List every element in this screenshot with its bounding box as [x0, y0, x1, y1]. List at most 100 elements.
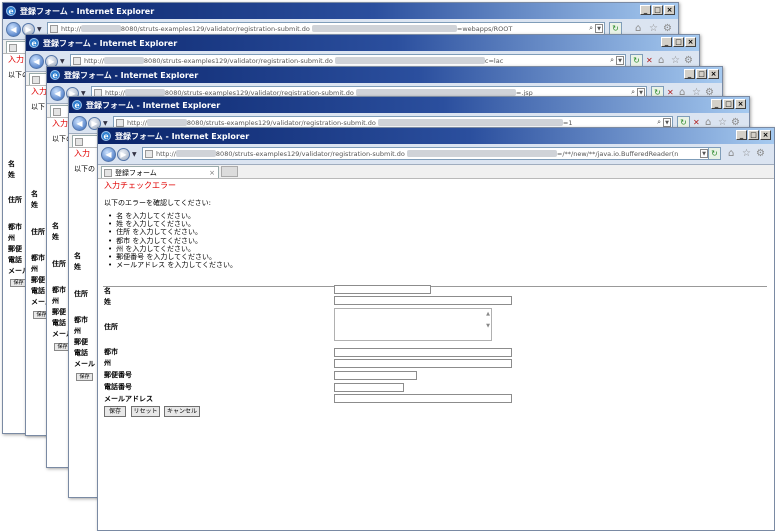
peek-label: 都市 — [74, 316, 88, 324]
redacted-query — [377, 119, 563, 126]
email-label: メールアドレス — [104, 395, 153, 403]
tab-label: 登録フォーム — [115, 168, 157, 177]
refresh-icon[interactable]: ↻ — [708, 147, 721, 160]
address-dropdown-icon[interactable]: ▼ — [663, 118, 671, 127]
gear-icon[interactable]: ⚙ — [663, 23, 672, 34]
maximize-icon[interactable]: □ — [652, 5, 663, 15]
home-icon[interactable]: ⌂ — [728, 148, 734, 159]
peek-label: 郵便 — [31, 276, 45, 284]
close-icon[interactable]: × — [664, 5, 675, 15]
email-field[interactable] — [334, 394, 512, 403]
new-tab-button[interactable] — [221, 166, 238, 177]
peek-label: 州 — [74, 327, 81, 335]
ie-logo-icon: e — [101, 131, 111, 141]
list-item: 郵便番号 を入力してください。 — [108, 253, 237, 261]
close-icon[interactable]: × — [708, 69, 719, 79]
history-dropdown-icon[interactable]: ▼ — [60, 58, 65, 65]
peek-label: 姓 — [74, 263, 81, 271]
address-dropdown-icon[interactable]: ▼ — [616, 56, 624, 65]
maximize-icon[interactable]: □ — [723, 99, 734, 109]
title-bar: e 登録フォーム - Internet Explorer _ □ × — [47, 67, 722, 83]
zip-field[interactable] — [334, 371, 417, 380]
history-dropdown-icon[interactable]: ▼ — [132, 151, 137, 158]
peek-button: 保存 — [76, 373, 93, 381]
error-intro: 以下のエラーを確認してください: — [104, 199, 211, 207]
home-icon[interactable]: ⌂ — [658, 55, 664, 66]
minimize-icon[interactable]: _ — [640, 5, 651, 15]
tab-page-icon — [75, 137, 83, 146]
cancel-button[interactable]: キャンセル — [164, 406, 200, 417]
first-name-label: 名 — [104, 287, 111, 295]
peek-label: 姓 — [31, 201, 38, 209]
state-field[interactable] — [334, 359, 512, 368]
favorites-icon[interactable]: ☆ — [742, 148, 751, 159]
title-bar: e 登録フォーム - Internet Explorer _ □ × — [3, 3, 678, 19]
minimize-icon[interactable]: _ — [684, 69, 695, 79]
tab-page-icon — [32, 75, 40, 84]
window-title: 登録フォーム - Internet Explorer — [115, 131, 250, 141]
state-label: 州 — [104, 359, 111, 367]
redacted-host — [124, 89, 165, 96]
close-icon[interactable]: × — [735, 99, 746, 109]
tab-close-icon[interactable]: × — [209, 169, 215, 177]
maximize-icon[interactable]: □ — [748, 130, 759, 140]
page-icon — [116, 118, 124, 127]
redacted-host — [175, 150, 216, 157]
history-dropdown-icon[interactable]: ▼ — [103, 120, 108, 127]
peek-label: 都市 — [31, 254, 45, 262]
peek-label: 電話 — [74, 349, 88, 357]
ie-logo-icon: e — [50, 70, 60, 80]
address-dropdown-icon[interactable]: ▼ — [595, 24, 603, 33]
list-item: 都市 を入力してください。 — [108, 237, 237, 245]
address-bar-area: ◀ ▶ ▼ http:// 8080/struts-examples129/va… — [98, 144, 774, 165]
back-icon[interactable]: ◀ — [72, 115, 87, 131]
gear-icon[interactable]: ⚙ — [684, 55, 693, 66]
gear-icon[interactable]: ⚙ — [756, 148, 765, 159]
maximize-icon[interactable]: □ — [696, 69, 707, 79]
peek-label: 都市 — [8, 223, 22, 231]
window-title: 登録フォーム - Internet Explorer — [20, 6, 155, 16]
tab-registration-form[interactable]: 登録フォーム × — [101, 166, 219, 178]
back-icon[interactable]: ◀ — [6, 21, 21, 37]
redacted-host — [80, 25, 121, 32]
minimize-icon[interactable]: _ — [736, 130, 747, 140]
page-icon — [73, 56, 81, 65]
tab-page-icon — [9, 43, 17, 52]
redacted-host — [146, 119, 187, 126]
forward-icon[interactable]: ▶ — [117, 147, 130, 161]
phone-field[interactable] — [334, 383, 404, 392]
home-icon[interactable]: ⌂ — [635, 23, 641, 34]
first-name-field[interactable] — [334, 285, 431, 294]
address-input[interactable]: http:// 8080/struts-examples129/validato… — [142, 147, 710, 160]
back-icon[interactable]: ◀ — [101, 146, 116, 162]
address-textarea[interactable]: ▲ ▼ — [334, 308, 492, 341]
city-field[interactable] — [334, 348, 512, 357]
scrollbar[interactable]: ▲ ▼ — [486, 311, 490, 329]
ie-logo-icon: e — [29, 38, 39, 48]
peek-label: 電話 — [8, 256, 22, 264]
reset-button[interactable]: リセット — [131, 406, 160, 417]
search-icon[interactable]: ⌕ — [610, 56, 614, 65]
maximize-icon[interactable]: □ — [673, 37, 684, 47]
peek-label: 電話 — [52, 319, 66, 327]
back-icon[interactable]: ◀ — [29, 53, 44, 69]
favorites-icon[interactable]: ☆ — [649, 23, 658, 34]
minimize-icon[interactable]: _ — [661, 37, 672, 47]
list-item: 州 を入力してください。 — [108, 245, 237, 253]
last-name-field[interactable] — [334, 296, 512, 305]
save-button[interactable]: 保存 — [104, 406, 126, 417]
page-icon — [50, 24, 58, 33]
search-icon[interactable]: ⌕ — [657, 118, 661, 127]
history-dropdown-icon[interactable]: ▼ — [37, 26, 42, 33]
search-icon[interactable]: ⌕ — [589, 24, 593, 33]
address-dropdown-icon[interactable]: ▼ — [700, 149, 708, 158]
close-icon[interactable]: × — [685, 37, 696, 47]
minimize-icon[interactable]: _ — [711, 99, 722, 109]
peek-heading: 入力 — [31, 87, 47, 96]
back-icon[interactable]: ◀ — [50, 85, 65, 101]
favorites-icon[interactable]: ☆ — [671, 55, 680, 66]
close-icon[interactable]: × — [760, 130, 771, 140]
peek-label: 電話 — [31, 287, 45, 295]
peek-label: 名 — [74, 252, 81, 260]
tab-bar: 登録フォーム × — [98, 165, 774, 179]
